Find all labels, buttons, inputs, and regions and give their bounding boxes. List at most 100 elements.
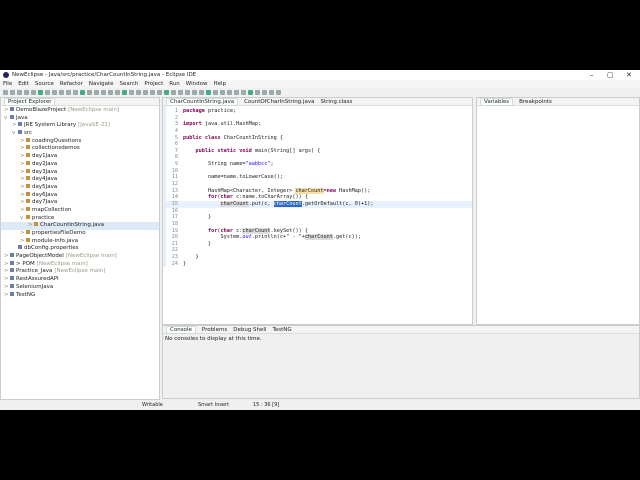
- menu-window[interactable]: Window: [186, 81, 208, 87]
- tree-item[interactable]: > TestNG: [1, 291, 159, 300]
- tree-item[interactable]: > Practice_Java [NewEclipse main]: [1, 268, 159, 276]
- tab-string-class[interactable]: String.class: [320, 99, 352, 105]
- toolbar-button-icon[interactable]: [213, 89, 218, 95]
- code-line[interactable]: 18: [166, 221, 472, 228]
- tree-item[interactable]: > RestAssuredAPI: [1, 276, 159, 284]
- toolbar-button-icon[interactable]: [262, 89, 267, 95]
- toolbar-button-icon[interactable]: [59, 89, 64, 95]
- toolbar-button-icon[interactable]: [276, 89, 281, 95]
- toolbar-button-icon[interactable]: [10, 89, 15, 95]
- tree-item[interactable]: > day2Java: [1, 160, 159, 169]
- toolbar-button-icon[interactable]: [164, 89, 169, 95]
- tree-item[interactable]: > collectionsdemos: [1, 145, 159, 153]
- tree-item[interactable]: > coadingQuestions: [1, 137, 159, 146]
- tree-item[interactable]: > JRE System Library [JavaSE-21]: [1, 122, 159, 130]
- toolbar-button-icon[interactable]: [171, 89, 176, 95]
- tree-item[interactable]: > day7Java: [1, 199, 159, 207]
- toolbar-button-icon[interactable]: [52, 89, 57, 95]
- toolbar-button-icon[interactable]: [227, 89, 232, 95]
- tree-item[interactable]: dbConfig.properties: [1, 245, 159, 253]
- code-line[interactable]: 1 package practice;: [166, 108, 472, 115]
- toolbar-button-icon[interactable]: [150, 89, 155, 95]
- toolbar-button-icon[interactable]: [269, 89, 274, 95]
- toolbar-button-icon[interactable]: [66, 89, 71, 95]
- code-line[interactable]: 4: [166, 128, 472, 135]
- toolbar-button-icon[interactable]: [108, 89, 113, 95]
- menu-help[interactable]: Help: [213, 81, 226, 87]
- toolbar-button-icon[interactable]: [206, 89, 211, 95]
- menu-refactor[interactable]: Refactor: [60, 81, 83, 87]
- toolbar-button-icon[interactable]: [115, 89, 120, 95]
- code-line[interactable]: 16: [166, 208, 472, 215]
- code-line[interactable]: 17 }: [166, 214, 472, 221]
- toolbar-button-icon[interactable]: [199, 89, 204, 95]
- maximize-button[interactable]: ▢: [607, 71, 614, 79]
- close-button[interactable]: ✕: [626, 71, 632, 79]
- tab-variables[interactable]: Variables: [480, 97, 514, 106]
- toolbar-button-icon[interactable]: [234, 89, 239, 95]
- toolbar-button-icon[interactable]: [38, 89, 43, 95]
- code-line[interactable]: 3 import java.util.HashMap;: [166, 121, 472, 128]
- code-area[interactable]: 1 package practice; 2 3 import java.util.Has…: [163, 106, 472, 268]
- menu-search[interactable]: Search: [120, 81, 139, 87]
- toolbar-button-icon[interactable]: [24, 89, 29, 95]
- menu-file[interactable]: File: [3, 81, 12, 87]
- tree-item[interactable]: > CharCountInString.java: [1, 222, 159, 230]
- toolbar-button-icon[interactable]: [192, 89, 197, 95]
- code-line[interactable]: 15 charCount.put(c, charCount.getOrDefau…: [166, 200, 472, 208]
- toolbar-button-icon[interactable]: [94, 89, 99, 95]
- tree-item[interactable]: v src: [1, 130, 159, 138]
- tree-item[interactable]: > day1Java: [1, 153, 159, 161]
- toolbar-button-icon[interactable]: [73, 89, 78, 95]
- tab-problems[interactable]: Problems: [202, 327, 227, 333]
- code-line[interactable]: 21 }: [166, 241, 472, 248]
- toolbar-button-icon[interactable]: [87, 89, 92, 95]
- toolbar-button-icon[interactable]: [241, 89, 246, 95]
- code-line[interactable]: 19 for(char c:charCount.keySet()) {: [166, 227, 472, 235]
- code-line[interactable]: 20 System.out.println(c+" - "+charCount.…: [166, 234, 472, 241]
- toolbar-button-icon[interactable]: [129, 89, 134, 95]
- toolbar-button-icon[interactable]: [80, 89, 85, 95]
- code-line[interactable]: 8: [166, 154, 472, 161]
- toolbar-button-icon[interactable]: [157, 89, 162, 95]
- toolbar-button-icon[interactable]: [136, 89, 141, 95]
- tree-item[interactable]: > mapCollection: [1, 206, 159, 215]
- tab-project-explorer[interactable]: Project Explorer: [4, 97, 56, 106]
- menu-project[interactable]: Project: [144, 81, 163, 87]
- tab-breakpoints[interactable]: Breakpoints: [519, 99, 552, 105]
- menu-edit[interactable]: Edit: [18, 81, 29, 87]
- toolbar-button-icon[interactable]: [185, 89, 190, 95]
- menu-navigate[interactable]: Navigate: [89, 81, 114, 87]
- menu-source[interactable]: Source: [35, 81, 54, 87]
- tree-item[interactable]: > day3Java: [1, 168, 159, 177]
- code-line[interactable]: 9 String name="aabbcc";: [166, 161, 472, 168]
- tab-testng[interactable]: TestNG: [272, 327, 291, 333]
- toolbar-button-icon[interactable]: [31, 89, 36, 95]
- toolbar-button-icon[interactable]: [220, 89, 225, 95]
- tab-console[interactable]: Console: [166, 325, 196, 334]
- tree-item[interactable]: > module-info.java: [1, 237, 159, 246]
- code-line[interactable]: 7 public static void main(String[] args)…: [166, 148, 472, 155]
- toolbar-button-icon[interactable]: [255, 89, 260, 95]
- toolbar-button-icon[interactable]: [178, 89, 183, 95]
- menu-run[interactable]: Run: [169, 81, 180, 87]
- code-line[interactable]: 13 HashMap<Character, Integer> charCount…: [166, 187, 472, 195]
- toolbar-button-icon[interactable]: [122, 89, 127, 95]
- minimize-button[interactable]: –: [590, 71, 594, 79]
- code-line[interactable]: 5 public class CharCountInString {: [166, 135, 472, 142]
- toolbar-button-icon[interactable]: [101, 89, 106, 95]
- toolbar-button-icon[interactable]: [248, 89, 253, 95]
- tree-item[interactable]: v Java: [1, 114, 159, 123]
- code-line[interactable]: 6: [166, 141, 472, 148]
- code-line[interactable]: 23 }: [166, 254, 472, 261]
- tree-item[interactable]: > day6Java: [1, 191, 159, 200]
- tree-item[interactable]: > > POM [NewEclipse main]: [1, 260, 159, 269]
- tree-item[interactable]: > DemoBlazeProject [NewEclipse main]: [1, 107, 159, 115]
- toolbar-button-icon[interactable]: [45, 89, 50, 95]
- toolbar-button-icon[interactable]: [3, 89, 8, 95]
- code-line[interactable]: 12: [166, 181, 472, 188]
- tree-item[interactable]: > propertiesFileDemo: [1, 230, 159, 238]
- tab-charcountinstring-java[interactable]: CharCountInString.java: [166, 97, 239, 106]
- code-line[interactable]: 24}: [166, 261, 472, 268]
- code-line[interactable]: 2: [166, 115, 472, 122]
